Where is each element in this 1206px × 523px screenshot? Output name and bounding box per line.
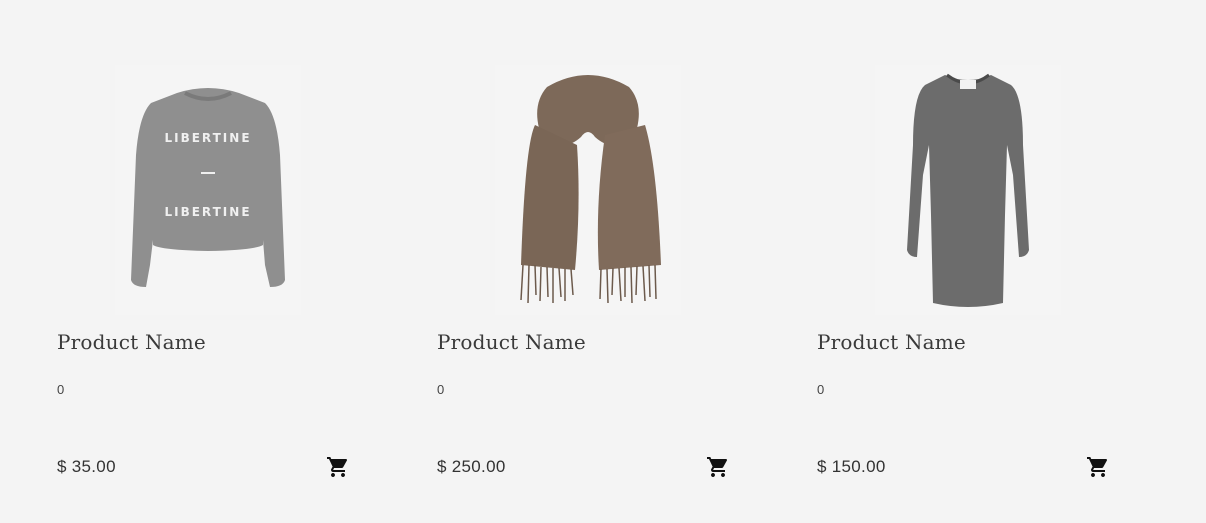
svg-text:LIBERTINE: LIBERTINE	[164, 205, 251, 219]
product-image-dress[interactable]	[875, 65, 1061, 315]
add-to-cart-button[interactable]	[326, 455, 350, 479]
product-image-scarf[interactable]	[495, 65, 681, 315]
add-to-cart-button[interactable]	[1086, 455, 1110, 479]
scarf-image	[520, 75, 661, 304]
dress-image	[907, 73, 1029, 307]
product-description: 0	[817, 382, 825, 397]
product-price: $ 250.00	[437, 457, 506, 476]
product-card: Product Name 0 $ 250.00	[437, 0, 767, 523]
product-name[interactable]: Product Name	[57, 330, 206, 354]
product-price: $ 35.00	[57, 457, 116, 476]
product-price: $ 150.00	[817, 457, 886, 476]
cart-icon	[327, 457, 348, 477]
product-image-sweatshirt[interactable]: LIBERTINE LIBERTINE	[115, 65, 301, 315]
product-card: Product Name 0 $ 150.00	[817, 0, 1147, 523]
product-grid: LIBERTINE LIBERTINE Product Name 0 $ 35.…	[0, 0, 1206, 523]
svg-text:LIBERTINE: LIBERTINE	[164, 131, 251, 145]
cart-icon	[707, 457, 728, 477]
product-description: 0	[437, 382, 445, 397]
sweatshirt-image: LIBERTINE LIBERTINE	[131, 88, 285, 287]
product-name[interactable]: Product Name	[817, 330, 966, 354]
add-to-cart-button[interactable]	[706, 455, 730, 479]
product-description: 0	[57, 382, 65, 397]
product-name[interactable]: Product Name	[437, 330, 586, 354]
product-card: LIBERTINE LIBERTINE Product Name 0 $ 35.…	[57, 0, 387, 523]
cart-icon	[1087, 457, 1108, 477]
